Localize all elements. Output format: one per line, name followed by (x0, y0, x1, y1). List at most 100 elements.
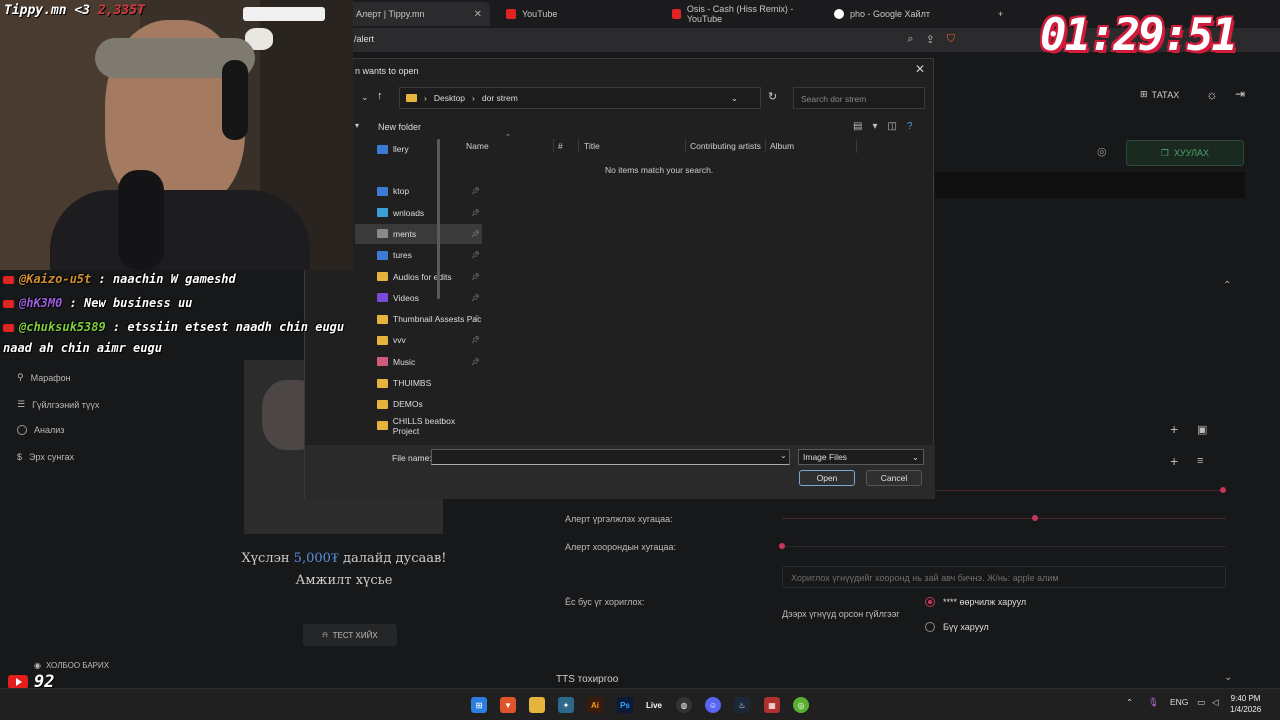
theme-sun-icon[interactable]: ☼ (1206, 87, 1218, 102)
folder-icon (377, 314, 388, 324)
add-image-button[interactable]: + (1170, 421, 1178, 437)
sidebar-item-marathon[interactable]: ⚲ Марафон (17, 372, 71, 383)
chevron-right-icon: › (472, 93, 475, 103)
app-icon-green[interactable]: ◎ (793, 697, 809, 713)
breadcrumb-item[interactable]: Desktop (434, 93, 465, 103)
column-artists[interactable]: Contributing artists (690, 141, 761, 151)
nav-item[interactable]: vvv 📌︎ (355, 330, 482, 350)
url-field[interactable]: /alert (354, 34, 374, 44)
folder-icon (377, 229, 388, 239)
chat-message: @chuksuk5389 : etssiin etsest naadh chin… (3, 320, 344, 334)
brave-icon[interactable]: ▼ (500, 697, 516, 713)
download-button[interactable]: ⊞ ТАТАХ (1140, 89, 1179, 100)
discord-icon[interactable]: ☺ (705, 697, 721, 713)
search-input[interactable]: Search dor strem (793, 87, 925, 109)
share-icon[interactable]: ⇪ (926, 33, 935, 46)
illustrator-icon[interactable]: Ai (587, 697, 603, 713)
tray-chevron-icon[interactable]: ⌃ (1126, 697, 1133, 708)
app-icon[interactable]: ✦ (558, 697, 574, 713)
refresh-icon[interactable]: ↻ (768, 90, 777, 103)
new-folder-button[interactable]: New folder (378, 122, 421, 132)
nav-item[interactable]: DEMOs (355, 394, 482, 414)
nav-item[interactable]: ktop 📌︎ (355, 181, 482, 201)
chevron-down-icon[interactable]: ⌄ (361, 92, 369, 103)
live-icon[interactable]: Live (646, 697, 662, 713)
close-icon[interactable]: ✕ (915, 62, 925, 76)
cancel-button[interactable]: Cancel (866, 470, 922, 486)
file-type-select[interactable]: Image Files ⌄ (798, 449, 924, 465)
tts-settings-header[interactable]: TTS тохиргоо (556, 674, 618, 685)
alert-gap-label: Алерт хоорондын хугацаа: (565, 542, 677, 552)
alert-gap-track[interactable] (782, 546, 1226, 547)
photoshop-icon[interactable]: Ps (617, 697, 633, 713)
chevron-down-icon[interactable]: ⌄ (780, 451, 787, 460)
brave-shield-icon[interactable]: ⛉ (947, 33, 955, 46)
search-icon[interactable]: ⌕ (907, 33, 913, 46)
breadcrumb[interactable]: › Desktop › dor strem ⌄ (399, 87, 761, 109)
start-icon[interactable]: ⊞ (471, 697, 487, 713)
column-number[interactable]: # (558, 141, 563, 151)
nav-item[interactable]: Videos 📌︎ (355, 288, 482, 308)
volume-icon[interactable]: ◁ (1212, 697, 1219, 708)
network-icon[interactable]: ▭ (1197, 697, 1205, 708)
radio-mask[interactable] (925, 597, 935, 607)
steam-icon[interactable]: ♨ (734, 697, 750, 713)
view-mode-icon[interactable]: ▤ (853, 121, 862, 132)
obs-icon[interactable]: ◍ (676, 697, 692, 713)
donation-prefix: Хүслэн (241, 551, 294, 566)
language-indicator[interactable]: ENG (1170, 697, 1188, 707)
chevron-down-icon[interactable]: ⌄ (731, 93, 738, 104)
close-tab-icon[interactable]: ✕ (474, 9, 482, 20)
chevron-down-icon[interactable]: ⌄ (1224, 672, 1232, 683)
column-album[interactable]: Album (770, 141, 794, 151)
sidebar-item-transactions[interactable]: ☰ Гүйлгээний түүх (17, 399, 99, 410)
nav-item[interactable]: wnloads 📌︎ (355, 203, 482, 223)
contact-link[interactable]: ◉ ХОЛБОО БАРИХ (34, 661, 109, 670)
chevron-up-icon[interactable]: ⌃ (1223, 280, 1231, 291)
chevron-down-icon[interactable]: ▾ (872, 121, 877, 132)
top-slider-track[interactable] (935, 490, 1226, 491)
google-favicon-icon (834, 9, 844, 19)
up-arrow-icon[interactable]: ↑ (377, 90, 383, 102)
column-title[interactable]: Title (584, 141, 600, 151)
playlist-icon[interactable]: ≡ (1197, 455, 1203, 467)
nav-item[interactable]: Audios for edits 📌︎ (355, 267, 482, 287)
preview-pane-icon[interactable]: ◫ (887, 121, 896, 132)
tab-osis-cash[interactable]: Osis - Cash (Hiss Remix) - YouTube (664, 2, 822, 26)
system-clock[interactable]: 9:40 PM 1/4/2026 (1230, 693, 1261, 715)
tab-youtube[interactable]: YouTube (498, 2, 658, 26)
file-name-input[interactable] (431, 449, 790, 465)
streamer-name: Tippy.mn <3 2,335₮ (4, 3, 145, 18)
nav-item[interactable]: ments 📌︎ (355, 223, 482, 244)
breadcrumb-item[interactable]: dor strem (482, 93, 518, 103)
add-sound-button[interactable]: + (1170, 453, 1178, 469)
tab-google-search[interactable]: pho - Google Хайлт (826, 2, 986, 26)
file-explorer-icon[interactable] (529, 697, 545, 713)
nav-item[interactable]: THUIMBS (355, 373, 482, 393)
nav-item[interactable]: Music 📌︎ (355, 352, 482, 372)
chevron-down-icon[interactable]: ▾ (355, 121, 359, 130)
app-grid-icon[interactable]: ▦ (764, 697, 780, 713)
alert-gap-knob[interactable] (779, 543, 785, 549)
help-icon[interactable]: ? (907, 121, 913, 132)
eye-off-icon[interactable]: ◎ (1097, 145, 1107, 158)
test-alert-button[interactable]: ⍾ ТЕСТ ХИЙХ (303, 624, 397, 646)
copy-button[interactable]: ❐ ХУУЛАХ (1126, 140, 1244, 166)
gallery-icon[interactable]: ▣ (1197, 423, 1207, 436)
open-button[interactable]: Open (799, 470, 855, 486)
radio-hide[interactable] (925, 622, 935, 632)
nav-item[interactable]: CHILLS beatbox Project (355, 416, 482, 436)
microphone-icon[interactable]: 🎙︎ (1148, 697, 1159, 708)
blocked-words-input[interactable]: Хориглох үгнүүдийг хооронд нь зай авч би… (782, 566, 1226, 588)
sidebar-item-subscription[interactable]: $ Эрх сунгах (17, 452, 74, 462)
nav-scrollbar[interactable] (437, 139, 440, 299)
tab-tippy-alert[interactable]: Алерт | Tippy.mn ✕ (348, 2, 490, 26)
nav-item[interactable]: llery (355, 139, 482, 159)
nav-item[interactable]: tures 📌︎ (355, 245, 482, 265)
nav-item[interactable]: Thumbnail Assests Pac 📌︎ (355, 309, 482, 329)
alert-duration-track[interactable] (782, 518, 1226, 519)
sidebar-item-analysis[interactable]: Анализ (17, 425, 64, 435)
column-name[interactable]: Name (466, 141, 489, 151)
new-tab-button[interactable]: + (990, 2, 1010, 26)
logout-icon[interactable]: ⇥ (1235, 87, 1245, 101)
